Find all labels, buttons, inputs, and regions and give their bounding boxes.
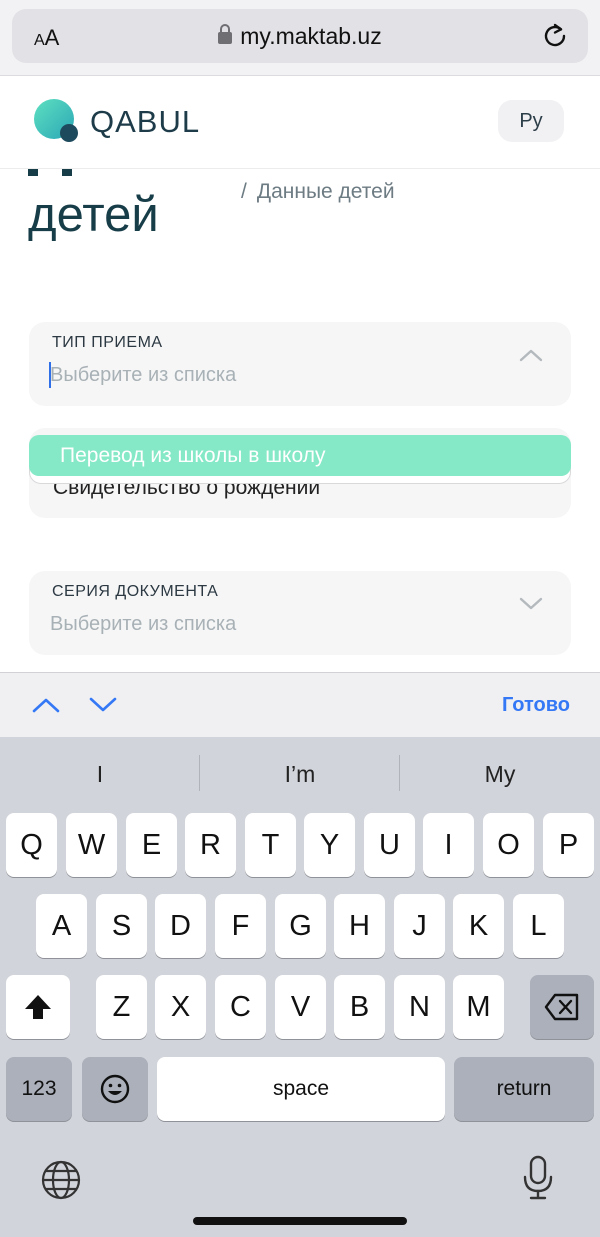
language-button[interactable]: Ру: [498, 100, 564, 142]
emoji-key[interactable]: [82, 1057, 148, 1121]
backspace-key[interactable]: [530, 975, 594, 1039]
key[interactable]: Y: [304, 813, 355, 877]
home-indicator[interactable]: [193, 1217, 407, 1225]
title-fragment-top: [28, 168, 38, 176]
key[interactable]: X: [155, 975, 206, 1039]
dropdown-option-label[interactable]: Перевод из школы в школу: [60, 444, 325, 468]
chevron-down-icon[interactable]: [519, 597, 543, 611]
key[interactable]: I: [423, 813, 474, 877]
key[interactable]: E: [126, 813, 177, 877]
url-display[interactable]: my.maktab.uz: [12, 23, 588, 50]
key[interactable]: S: [96, 894, 147, 958]
shift-icon: [25, 995, 51, 1019]
key[interactable]: G: [275, 894, 326, 958]
browser-address-bar: AA my.maktab.uz: [0, 0, 600, 76]
reload-icon[interactable]: [540, 21, 570, 51]
space-key[interactable]: space: [157, 1057, 445, 1121]
key[interactable]: M: [453, 975, 504, 1039]
globe-icon[interactable]: [40, 1159, 82, 1201]
key[interactable]: Z: [96, 975, 147, 1039]
key[interactable]: L: [513, 894, 564, 958]
admission-type-select[interactable]: ТИП ПРИЕМА Выберите из списка: [29, 322, 571, 406]
suggestion-item[interactable]: I: [0, 737, 200, 811]
key[interactable]: A: [36, 894, 87, 958]
emoji-icon: [100, 1074, 130, 1104]
key[interactable]: R: [185, 813, 236, 877]
document-series-label: СЕРИЯ ДОКУМЕНТА: [52, 583, 219, 600]
return-key[interactable]: return: [454, 1057, 594, 1121]
key[interactable]: K: [453, 894, 504, 958]
admission-type-label: ТИП ПРИЕМА: [52, 334, 163, 351]
breadcrumb: / Данные детей: [241, 180, 395, 204]
key[interactable]: D: [155, 894, 206, 958]
address-field[interactable]: AA my.maktab.uz: [12, 9, 588, 63]
page-title: детей: [28, 188, 159, 242]
keyboard: I I’m My Q W E R T Y U I O P A S D F G H…: [0, 737, 600, 1237]
suggestion-item[interactable]: My: [400, 737, 600, 811]
key[interactable]: F: [215, 894, 266, 958]
url-text: my.maktab.uz: [240, 23, 382, 49]
admission-type-placeholder: Выберите из списка: [50, 364, 237, 386]
done-button[interactable]: Готово: [502, 694, 570, 717]
key[interactable]: O: [483, 813, 534, 877]
keyboard-accessory-bar: Готово: [0, 672, 600, 737]
key[interactable]: J: [394, 894, 445, 958]
key[interactable]: V: [275, 975, 326, 1039]
key[interactable]: U: [364, 813, 415, 877]
next-field-icon[interactable]: [88, 695, 118, 715]
backspace-icon: [544, 993, 579, 1021]
logo-icon[interactable]: [34, 99, 80, 145]
key[interactable]: P: [543, 813, 594, 877]
title-fragment-top: [62, 168, 72, 176]
key[interactable]: H: [334, 894, 385, 958]
previous-field-icon[interactable]: [31, 695, 61, 715]
lock-icon: [218, 24, 233, 44]
key[interactable]: Q: [6, 813, 57, 877]
breadcrumb-current[interactable]: Данные детей: [257, 180, 395, 203]
suggestion-item[interactable]: I’m: [200, 737, 400, 811]
microphone-icon[interactable]: [522, 1155, 554, 1201]
key[interactable]: B: [334, 975, 385, 1039]
key[interactable]: T: [245, 813, 296, 877]
numbers-key[interactable]: 123: [6, 1057, 72, 1121]
chevron-up-icon[interactable]: [519, 348, 543, 362]
document-series-placeholder: Выберите из списка: [50, 613, 237, 635]
key[interactable]: C: [215, 975, 266, 1039]
breadcrumb-separator: /: [241, 180, 247, 203]
document-series-select[interactable]: СЕРИЯ ДОКУМЕНТА Выберите из списка: [29, 571, 571, 655]
logo-text[interactable]: QABUL: [90, 104, 200, 140]
site-header: QABUL Ру: [0, 77, 600, 169]
key[interactable]: N: [394, 975, 445, 1039]
shift-key[interactable]: [6, 975, 70, 1039]
key[interactable]: W: [66, 813, 117, 877]
